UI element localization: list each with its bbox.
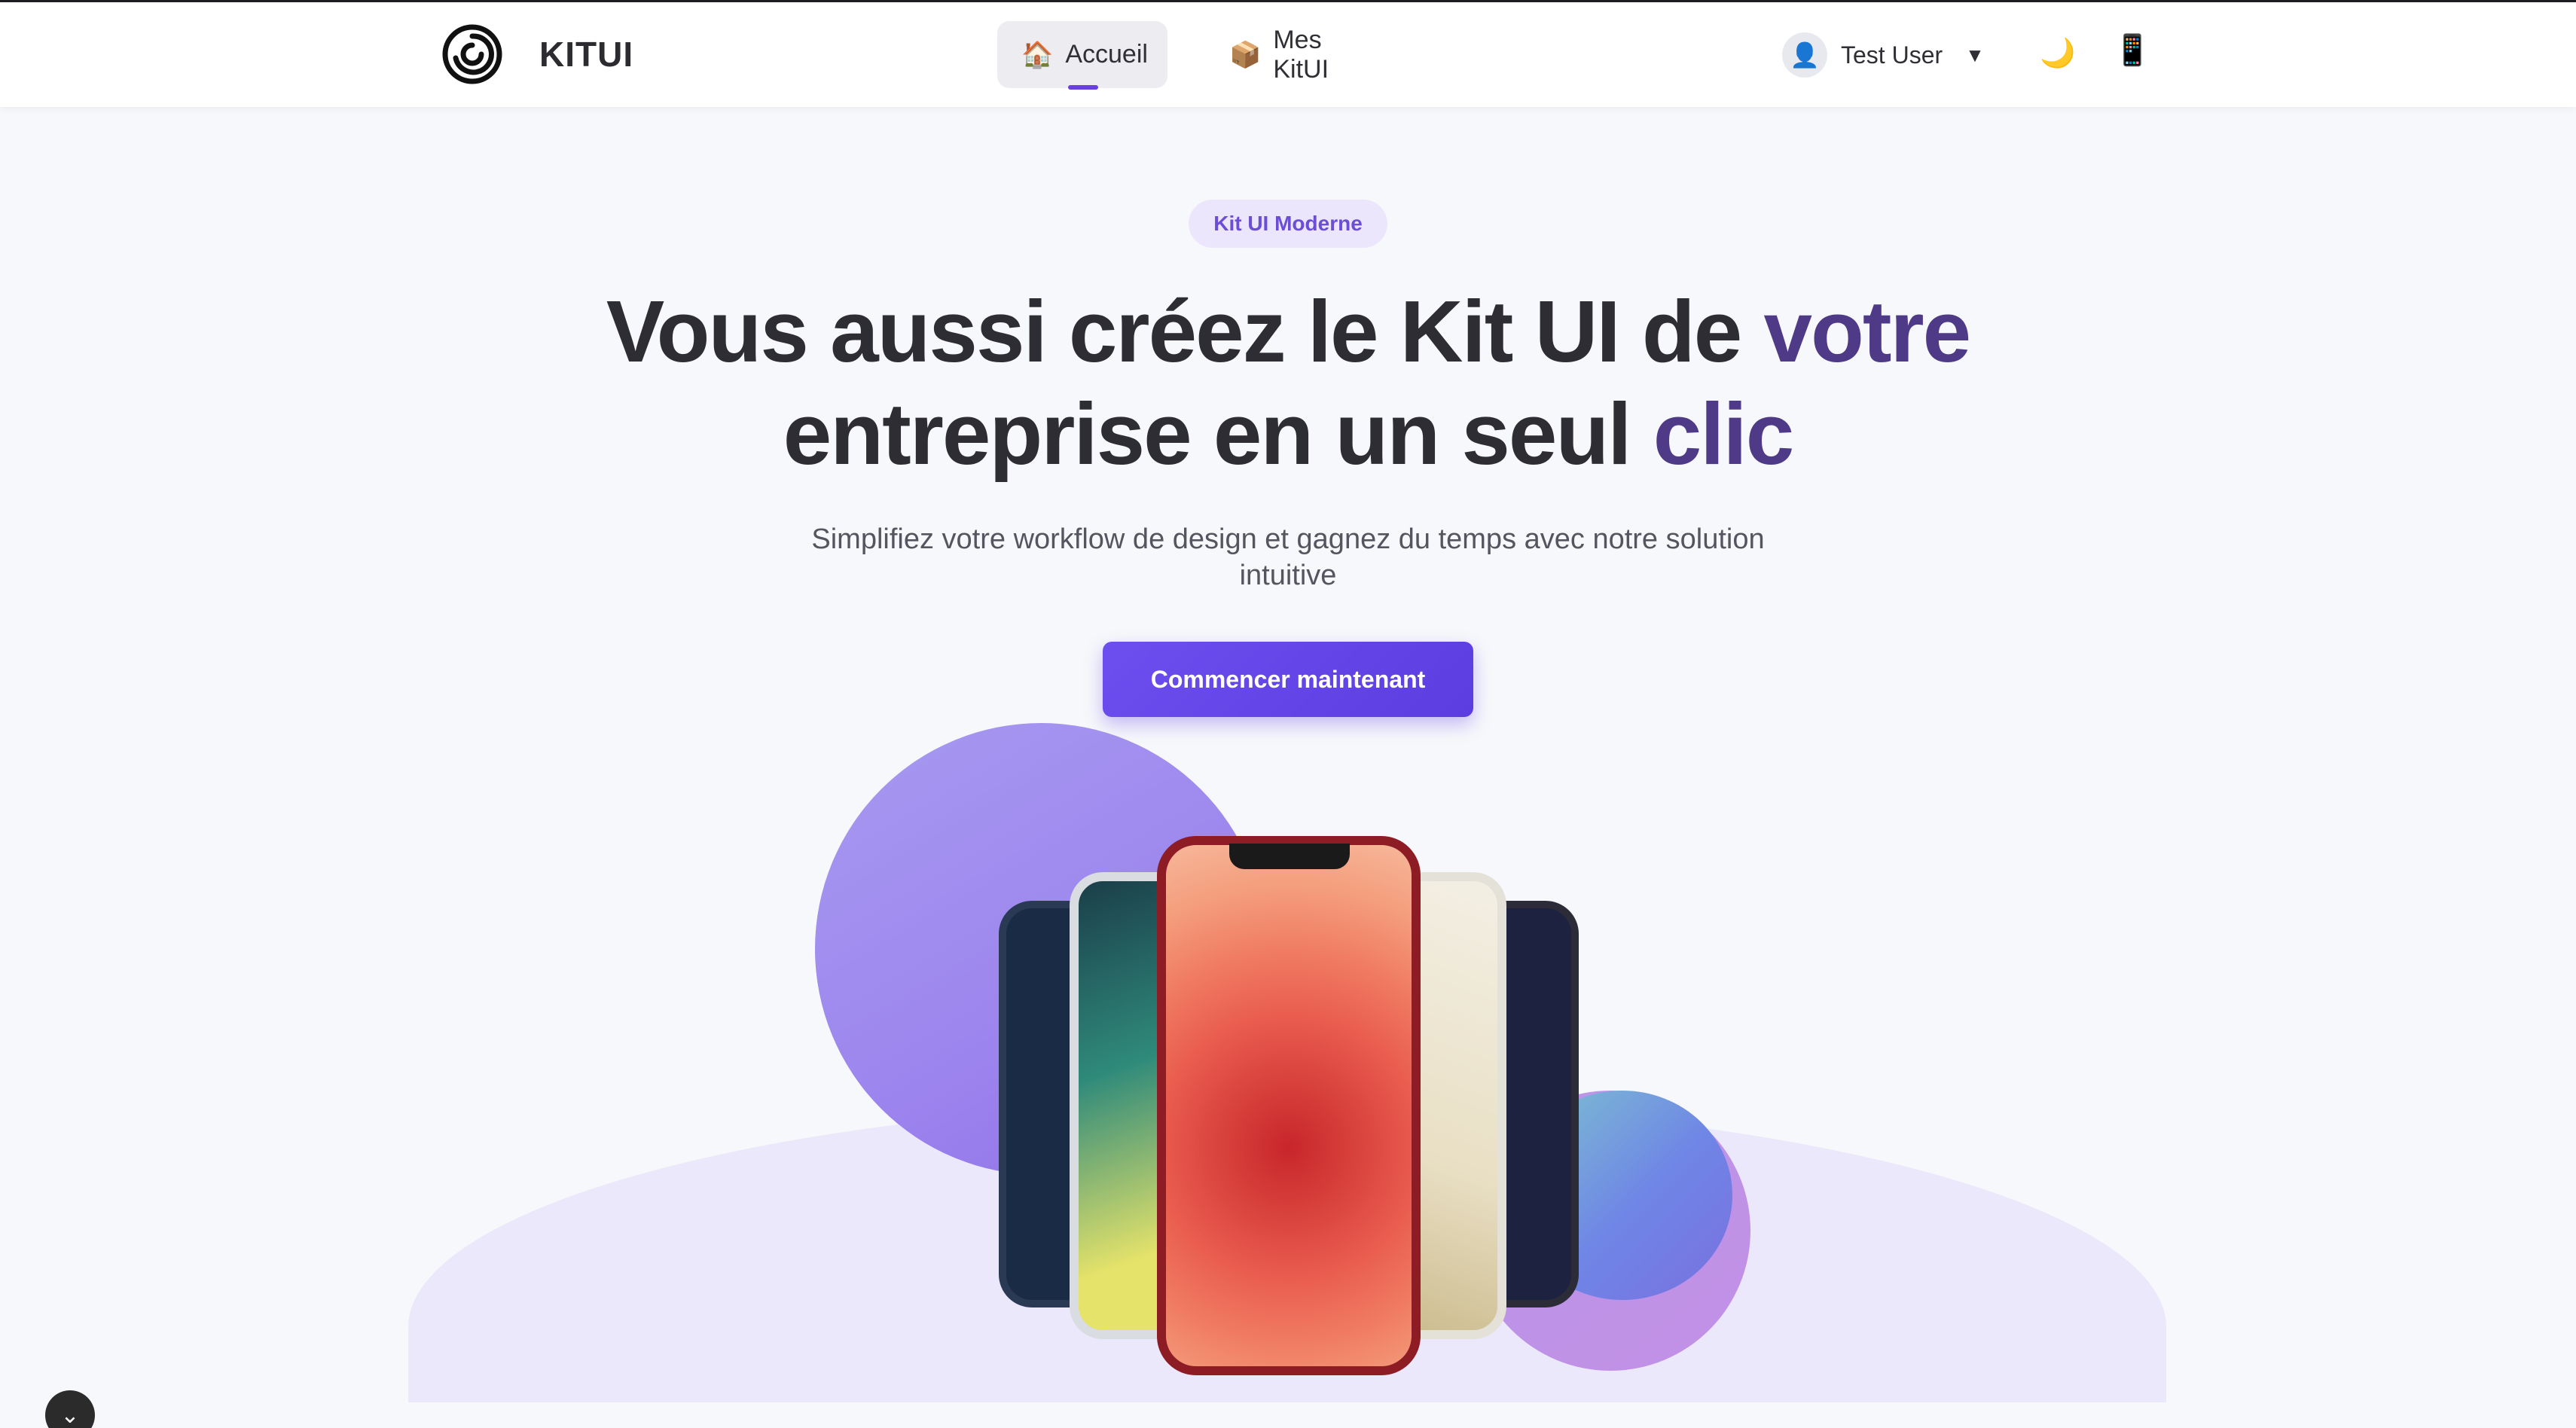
scroll-down-button[interactable]: ⌄: [45, 1390, 95, 1428]
chevron-down-icon: ▼: [1965, 43, 1985, 66]
hero-subtitle: Simplifiez votre workflow de design et g…: [811, 523, 1765, 591]
get-started-button[interactable]: Commencer maintenant: [1103, 642, 1473, 717]
hero-title: Vous aussi créez le Kit UI de votre entr…: [527, 280, 2049, 485]
nav-item-accueil[interactable]: 🏠 Accueil: [997, 21, 1167, 88]
hero-title-part1: Vous aussi créez le Kit UI de: [606, 282, 1764, 380]
brand-name[interactable]: KITUI: [539, 34, 633, 75]
phone-image-red: [1157, 836, 1421, 1375]
avatar: 👤: [1782, 32, 1827, 78]
chevron-down-icon: ⌄: [60, 1402, 80, 1428]
mobile-phone-icon[interactable]: 📱: [2114, 32, 2151, 68]
house-icon: 🏠: [1021, 40, 1054, 69]
moon-icon[interactable]: 🌙: [2040, 37, 2075, 70]
nav-item-label: Accueil: [1065, 40, 1148, 69]
hero-title-highlight-clic: clic: [1653, 385, 1794, 483]
package-icon: 📦: [1229, 40, 1262, 69]
user-name: Test User: [1841, 41, 1943, 69]
user-menu[interactable]: 👤 Test User ▼: [1782, 31, 1985, 79]
phone-notch: [1229, 844, 1350, 869]
hero-badge: Kit UI Moderne: [1189, 200, 1387, 248]
nav-item-label: Mes KitUI: [1273, 25, 1329, 84]
hero-title-highlight-votre: votre: [1763, 282, 1972, 380]
active-nav-indicator: [1068, 85, 1098, 90]
kitui-logo[interactable]: [441, 23, 503, 85]
navbar: KITUI 🏠 Accueil 📦 Mes KitUI 👤 Test User …: [0, 2, 2576, 107]
nav-item-mes-kitui[interactable]: 📦 Mes KitUI: [1205, 21, 1401, 88]
hero-title-part2: entreprise en un seul: [783, 385, 1653, 483]
user-avatar-icon: 👤: [1790, 41, 1820, 69]
